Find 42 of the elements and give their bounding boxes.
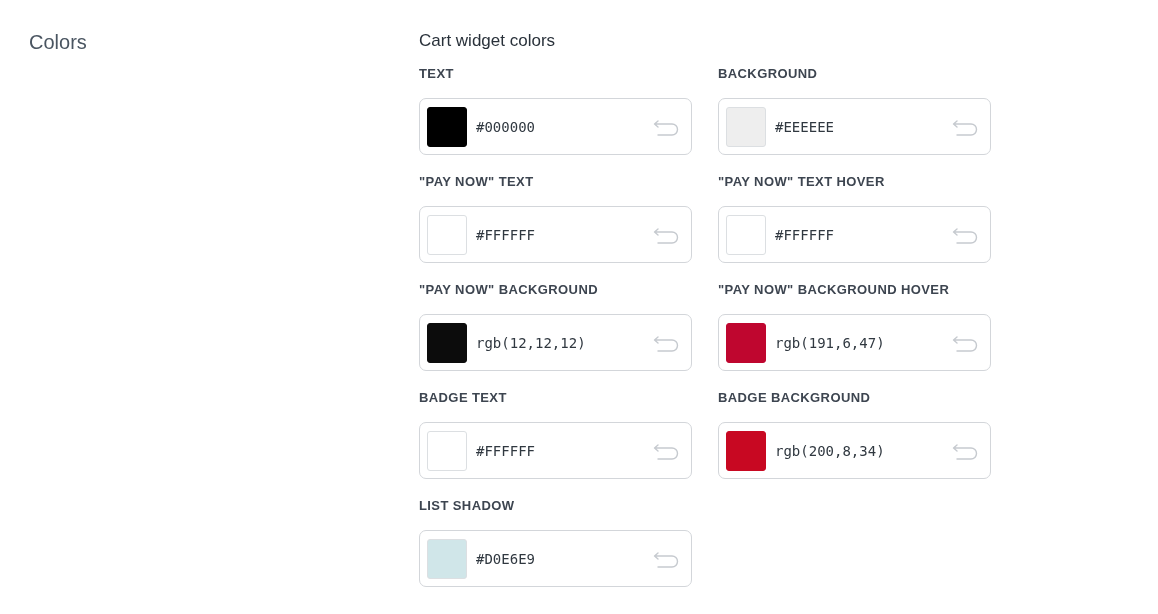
color-swatch[interactable] [726, 430, 766, 471]
color-value: rgb(12,12,12) [476, 334, 587, 351]
undo-icon[interactable] [653, 441, 679, 460]
undo-icon[interactable] [952, 225, 978, 244]
color-input[interactable]: #000000 [419, 98, 692, 155]
color-swatch[interactable] [726, 322, 766, 363]
undo-icon[interactable] [952, 117, 978, 136]
field-label: "PAY NOW" TEXT [419, 174, 535, 190]
undo-icon[interactable] [952, 333, 978, 352]
undo-icon[interactable] [653, 333, 679, 352]
color-value: #D0E6E9 [476, 550, 536, 567]
color-value: #FFFFFF [476, 226, 536, 243]
undo-icon[interactable] [653, 225, 679, 244]
section-title: Colors [28, 31, 87, 53]
color-value: rgb(200,8,34) [775, 442, 886, 459]
color-value: #FFFFFF [775, 226, 835, 243]
field-label: BADGE TEXT [419, 390, 508, 406]
color-input[interactable]: #FFFFFF [419, 206, 692, 263]
color-input[interactable]: #EEEEEE [718, 98, 991, 155]
field-label: "PAY NOW" BACKGROUND HOVER [718, 282, 951, 298]
color-value: #EEEEEE [775, 118, 835, 135]
field-label: BADGE BACKGROUND [718, 390, 872, 406]
field-label: LIST SHADOW [419, 498, 516, 514]
field-label: "PAY NOW" TEXT HOVER [718, 174, 886, 190]
undo-icon[interactable] [952, 441, 978, 460]
field-label: BACKGROUND [718, 66, 819, 82]
color-swatch[interactable] [427, 106, 467, 147]
color-input[interactable]: rgb(200,8,34) [718, 422, 991, 479]
color-swatch[interactable] [427, 322, 467, 363]
color-input[interactable]: #FFFFFF [718, 206, 991, 263]
field-label: "PAY NOW" BACKGROUND [419, 282, 599, 298]
color-input[interactable]: rgb(12,12,12) [419, 314, 692, 371]
color-input[interactable]: #FFFFFF [419, 422, 692, 479]
color-input[interactable]: #D0E6E9 [419, 530, 692, 587]
field-label: TEXT [419, 66, 455, 82]
undo-icon[interactable] [653, 549, 679, 568]
group-title: Cart widget colors [419, 30, 557, 52]
color-input[interactable]: rgb(191,6,47) [718, 314, 991, 371]
undo-icon[interactable] [653, 117, 679, 136]
color-value: #000000 [476, 118, 536, 135]
color-value: #FFFFFF [476, 442, 536, 459]
color-value: rgb(191,6,47) [775, 334, 886, 351]
